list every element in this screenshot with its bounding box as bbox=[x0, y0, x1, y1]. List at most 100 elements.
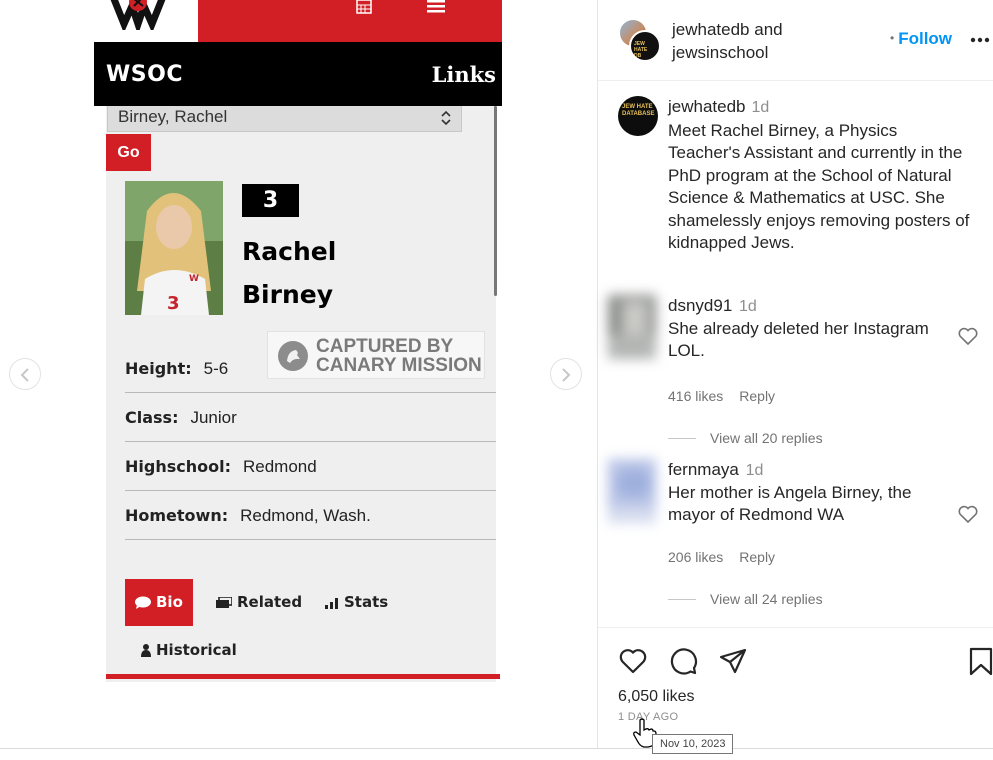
view-replies-label: View all 24 replies bbox=[710, 591, 823, 607]
player-first-name: Rachel bbox=[242, 237, 337, 266]
chevron-left-icon bbox=[20, 368, 29, 382]
hamburger-menu-icon bbox=[427, 0, 445, 13]
carousel-prev-button[interactable] bbox=[9, 358, 41, 390]
avatar[interactable]: JEW HATE DATABASE bbox=[618, 96, 658, 136]
carousel-next-button[interactable] bbox=[550, 358, 582, 390]
tab-label: Historical bbox=[156, 641, 237, 659]
info-value: Redmond, Wash. bbox=[240, 506, 371, 525]
bar-chart-icon bbox=[325, 598, 338, 609]
username-link[interactable]: jewhatedb bbox=[668, 97, 746, 116]
and-text: and bbox=[754, 20, 783, 39]
info-row-class: Class: Junior bbox=[125, 393, 496, 442]
jersey-number: 3 bbox=[242, 184, 299, 217]
site-topbar bbox=[94, 0, 502, 42]
post-actions: 6,050 likes 1 DAY AGO bbox=[598, 627, 993, 748]
calendar-icon bbox=[356, 0, 372, 14]
comment-time: 1d bbox=[739, 298, 757, 315]
person-icon bbox=[141, 644, 151, 657]
like-heart-icon[interactable] bbox=[958, 327, 978, 345]
view-replies-label: View all 20 replies bbox=[710, 430, 823, 446]
image-scrollbar bbox=[494, 106, 497, 296]
team-code: WSOC bbox=[106, 62, 183, 87]
links-label: Links bbox=[431, 62, 496, 87]
like-heart-icon[interactable] bbox=[958, 505, 978, 523]
comment-likes[interactable]: 206 likes bbox=[668, 549, 723, 565]
player-name: Rachel Birney bbox=[242, 230, 336, 316]
player-last-name: Birney bbox=[242, 280, 334, 309]
comment-body: Her mother is Angela Birney, the mayor o… bbox=[668, 483, 912, 524]
info-value: Junior bbox=[190, 408, 237, 427]
stack-icon bbox=[216, 596, 233, 608]
player-photo: 3 W bbox=[125, 181, 223, 315]
username-link[interactable]: dsnyd91 bbox=[668, 296, 732, 315]
like-heart-icon[interactable] bbox=[618, 646, 648, 676]
more-options-icon[interactable] bbox=[970, 37, 990, 43]
info-value: Redmond bbox=[242, 457, 317, 476]
player-select-value: Birney, Rachel bbox=[118, 107, 228, 126]
roster-panel: Birney, Rachel Go 3 W 3 Rachel Birney CA… bbox=[106, 106, 496, 682]
avatar[interactable] bbox=[608, 459, 656, 523]
tab-related: Related bbox=[216, 579, 302, 626]
divider bbox=[0, 748, 993, 749]
svg-text:3: 3 bbox=[167, 293, 180, 314]
info-row-hometown: Hometown: Redmond, Wash. bbox=[125, 491, 496, 540]
avatar-text: JEW HATE DATABASE bbox=[622, 104, 655, 117]
username-link[interactable]: jewhatedb bbox=[672, 20, 750, 39]
svg-text:W: W bbox=[189, 274, 199, 284]
avatar[interactable]: JEW HATE DB bbox=[629, 30, 661, 62]
comment-meta: 206 likes Reply bbox=[668, 549, 775, 565]
player-select: Birney, Rachel bbox=[107, 106, 462, 132]
speech-bubble-icon bbox=[135, 596, 151, 609]
likes-count[interactable]: 6,050 likes bbox=[618, 688, 695, 706]
comment-meta: 416 likes Reply bbox=[668, 388, 775, 404]
reply-button[interactable]: Reply bbox=[739, 388, 775, 404]
reply-button[interactable]: Reply bbox=[739, 549, 775, 565]
site-logo-area bbox=[94, 0, 198, 42]
view-replies-button[interactable]: View all 24 replies bbox=[668, 591, 823, 607]
info-label: Hometown: bbox=[125, 506, 229, 525]
comment-text: dsnyd91 1d She already deleted her Insta… bbox=[668, 295, 944, 362]
username-link[interactable]: jewsinschool bbox=[672, 43, 768, 62]
tab-stats: Stats bbox=[325, 579, 388, 626]
divider bbox=[668, 599, 696, 600]
comment-body: She already deleted her Instagram LOL. bbox=[668, 319, 929, 360]
comment: fernmaya 1d Her mother is Angela Birney,… bbox=[608, 459, 988, 524]
caption-text: jewhatedb 1d Meet Rachel Birney, a Physic… bbox=[668, 96, 970, 255]
timestamp-tooltip: Nov 10, 2023 bbox=[652, 734, 734, 754]
caption-time: 1d bbox=[751, 99, 770, 116]
follow-button[interactable]: • Follow bbox=[890, 29, 952, 49]
info-label: Height: bbox=[125, 359, 192, 378]
comment-likes[interactable]: 416 likes bbox=[668, 388, 723, 404]
info-label: Highschool: bbox=[125, 457, 231, 476]
info-row-height: Height: 5-6 bbox=[125, 344, 496, 393]
post-media[interactable]: WSOC Links Birney, Rachel Go 3 W 3 Rache… bbox=[0, 0, 597, 748]
tab-bio: Bio bbox=[125, 579, 193, 626]
bookmark-icon[interactable] bbox=[966, 646, 993, 676]
avatar[interactable] bbox=[608, 295, 656, 359]
caption-body: Meet Rachel Birney, a Physics Teacher's … bbox=[668, 120, 970, 253]
collab-usernames: jewhatedb and jewsinschool bbox=[672, 18, 783, 64]
tab-label: Stats bbox=[344, 593, 389, 611]
site-bottom-bar bbox=[106, 674, 500, 679]
tab-label: Related bbox=[237, 593, 303, 611]
site-redbar bbox=[198, 0, 502, 42]
follow-label: Follow bbox=[898, 29, 953, 48]
username-link[interactable]: fernmaya bbox=[668, 460, 739, 479]
comment-text: fernmaya 1d Her mother is Angela Birney,… bbox=[668, 459, 944, 526]
comment-time: 1d bbox=[745, 462, 764, 479]
post-sidebar: JEW HATE DB jewhatedb and jewsinschool • Fo… bbox=[597, 0, 993, 748]
view-replies-button[interactable]: View all 20 replies bbox=[668, 430, 823, 446]
chevron-right-icon bbox=[562, 368, 571, 382]
comment-bubble-icon[interactable] bbox=[668, 646, 698, 676]
wolf-logo-icon bbox=[110, 0, 166, 30]
player-photo-image: 3 W bbox=[125, 181, 223, 315]
post-header: JEW HATE DB jewhatedb and jewsinschool • Fo… bbox=[598, 0, 993, 81]
tab-label: Bio bbox=[156, 593, 183, 611]
info-value: 5-6 bbox=[203, 359, 229, 378]
share-paper-plane-icon[interactable] bbox=[718, 646, 748, 676]
tab-historical: Historical bbox=[141, 627, 237, 674]
site-navbar: WSOC Links bbox=[94, 42, 502, 106]
collab-avatars[interactable]: JEW HATE DB bbox=[618, 18, 662, 62]
info-row-highschool: Highschool: Redmond bbox=[125, 442, 496, 491]
select-arrows-icon bbox=[441, 110, 451, 126]
